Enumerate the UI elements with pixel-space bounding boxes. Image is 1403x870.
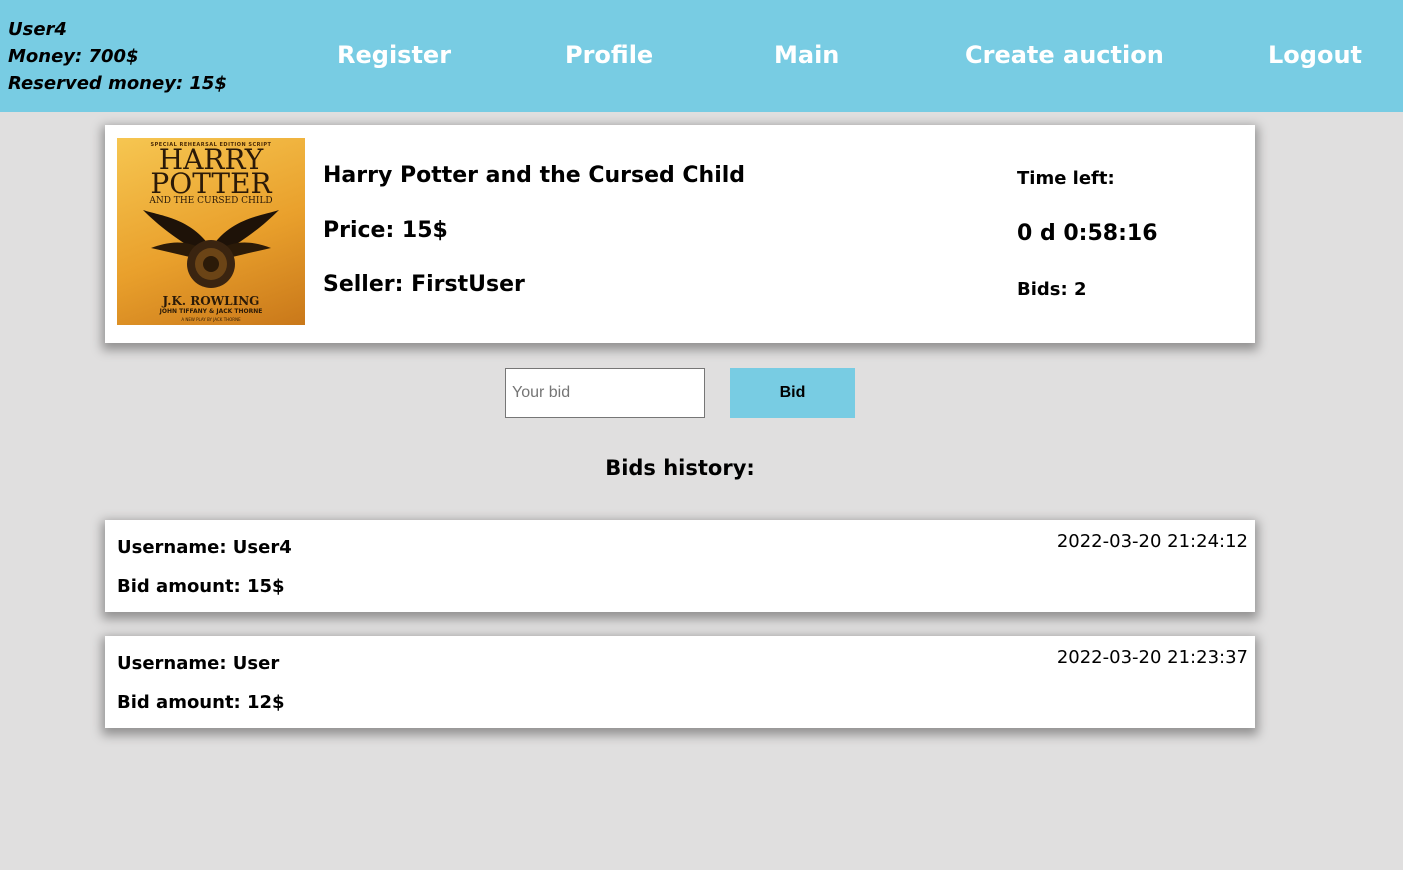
bid-username: Username: User4 xyxy=(117,537,292,558)
cover-footnote: A NEW PLAY BY JACK THORNE xyxy=(181,317,241,322)
nav-logout-link[interactable]: Logout xyxy=(1268,38,1362,72)
cover-series-title: HARRY POTTER xyxy=(150,143,272,200)
bid-amount-input[interactable] xyxy=(505,368,705,418)
reserved-money-label: Reserved money: 15$ xyxy=(8,73,227,94)
book-cover-image: SPECIAL REHEARSAL EDITION SCRIPT HARRY P… xyxy=(117,138,305,325)
username-label: User4 xyxy=(8,19,67,40)
bid-timestamp: 2022-03-20 21:24:12 xyxy=(1056,531,1248,552)
nav-create-auction-link[interactable]: Create auction xyxy=(965,38,1164,72)
bid-timestamp: 2022-03-20 21:23:37 xyxy=(1056,647,1248,668)
bid-history-entry: Username: User Bid amount: 12$ 2022-03-2… xyxy=(105,636,1255,728)
auction-item-seller: Seller: FirstUser xyxy=(323,272,525,297)
bid-history-entry: Username: User4 Bid amount: 15$ 2022-03-… xyxy=(105,520,1255,612)
auction-item-price: Price: 15$ xyxy=(323,218,448,243)
bid-amount: Bid amount: 12$ xyxy=(117,692,285,713)
cover-author: J.K. ROWLING xyxy=(162,294,260,308)
bids-history-title: Bids history: xyxy=(605,456,755,480)
bid-button[interactable]: Bid xyxy=(730,368,855,418)
auction-item-title: Harry Potter and the Cursed Child xyxy=(323,163,746,188)
money-label: Money: 700$ xyxy=(8,46,139,67)
bids-count: Bids: 2 xyxy=(1017,279,1087,300)
nav-main-link[interactable]: Main xyxy=(774,38,839,72)
time-left-label: Time left: xyxy=(1017,168,1115,189)
cover-wings-nest-art xyxy=(143,210,279,288)
user-info: User4 Money: 700$ Reserved money: 15$ xyxy=(8,16,227,97)
nav-register-link[interactable]: Register xyxy=(337,38,451,72)
bid-amount: Bid amount: 15$ xyxy=(117,576,285,597)
top-navbar: User4 Money: 700$ Reserved money: 15$ Re… xyxy=(0,0,1403,112)
bid-username: Username: User xyxy=(117,653,280,674)
time-left-value: 0 d 0:58:16 xyxy=(1017,221,1158,246)
cover-coauthors: JOHN TIFFANY & JACK THORNE xyxy=(159,308,263,315)
auction-card: SPECIAL REHEARSAL EDITION SCRIPT HARRY P… xyxy=(105,125,1255,343)
nav-profile-link[interactable]: Profile xyxy=(565,38,653,72)
cover-subtitle: AND THE CURSED CHILD xyxy=(149,196,273,206)
